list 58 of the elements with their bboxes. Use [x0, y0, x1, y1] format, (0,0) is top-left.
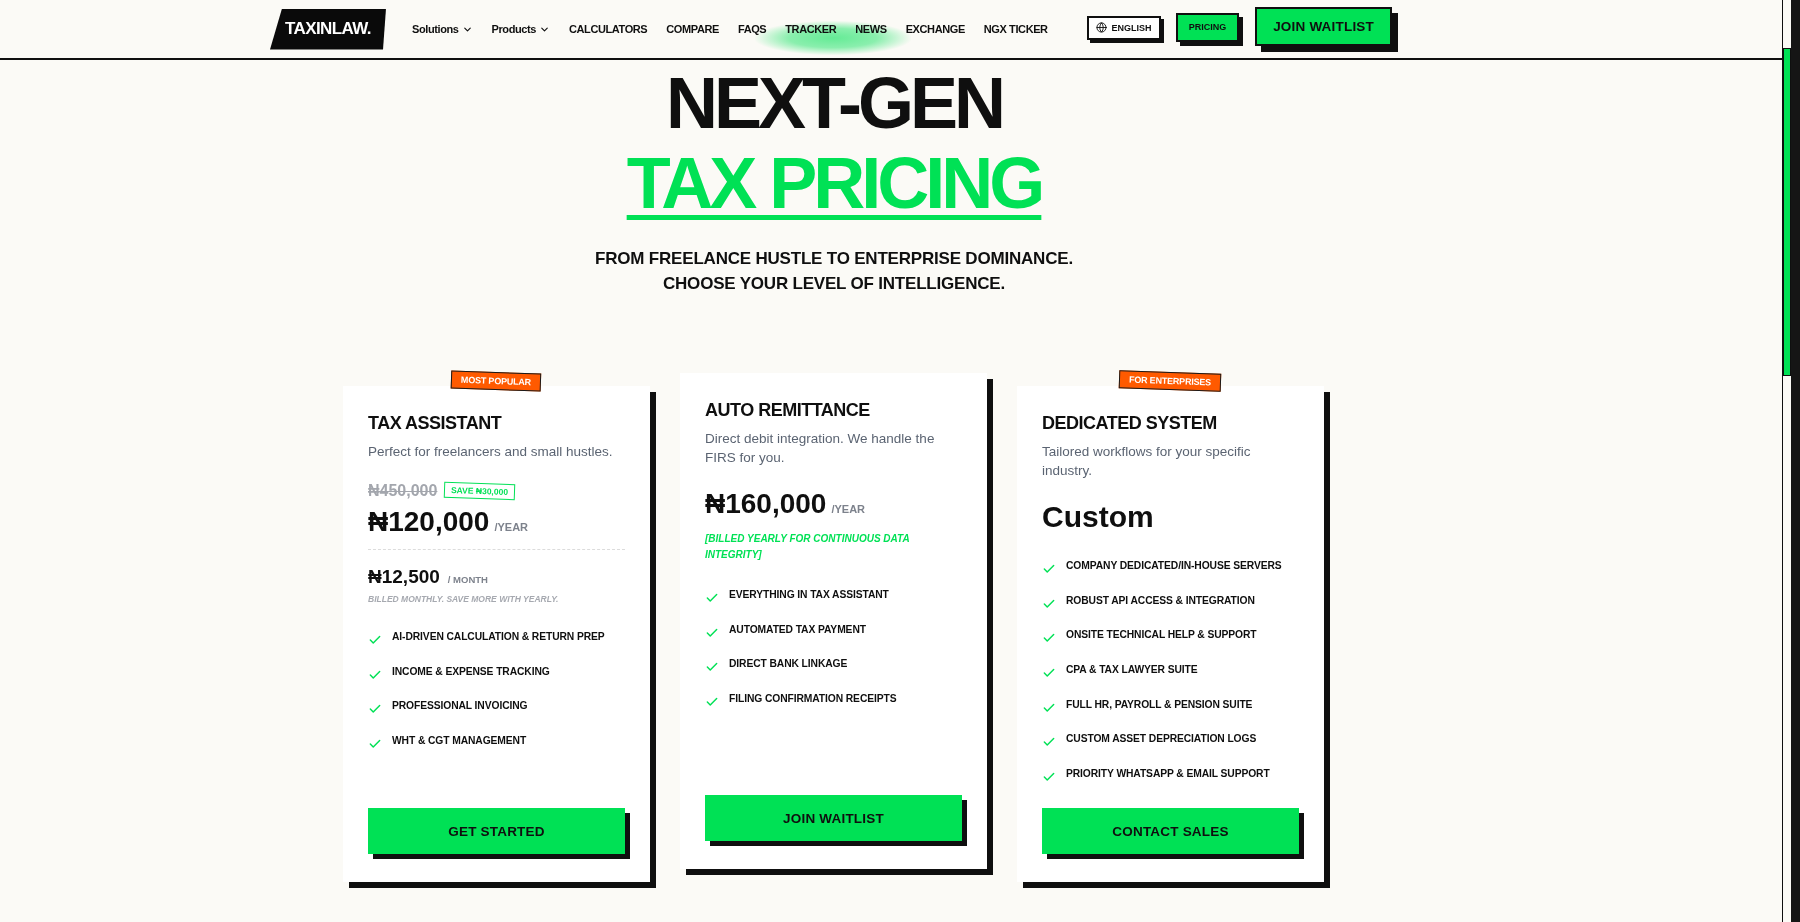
plan-description: Direct debit integration. We handle the FIRS for you. [705, 430, 936, 467]
feature-text: AUTOMATED TAX PAYMENT [729, 622, 866, 637]
headline: NEXT-GEN [665, 63, 1003, 143]
nav-link[interactable]: CALCULATORS [569, 23, 648, 35]
check-icon [368, 633, 382, 647]
feature-text: ONSITE TECHNICAL HELP & SUPPORT [1066, 628, 1257, 643]
feature-text: PRIORITY WHATSAPP & EMAIL SUPPORT [1066, 767, 1270, 782]
price: Custom [1042, 500, 1155, 534]
price: ₦160,000 [705, 488, 827, 520]
plan-title: AUTO REMITTANCE [705, 399, 871, 421]
nav-link[interactable]: TRACKER [785, 23, 837, 35]
plan-button[interactable]: JOIN WAITLIST [705, 795, 967, 846]
monthly-period: / MONTH [447, 574, 488, 585]
feature-text: CPA & TAX LAWYER SUITE [1066, 663, 1198, 678]
plan-badge: FOR ENTERPRISES [1118, 370, 1222, 392]
feature-text: CUSTOM ASSET DEPRECIATION LOGS [1066, 732, 1257, 747]
logo[interactable]: TAXINLAW. [270, 8, 386, 50]
plan-button[interactable]: CONTACT SALES [1042, 808, 1304, 859]
feature-text: AI-DRIVEN CALCULATION & RETURN PREP [392, 630, 605, 644]
scrollbar-thumb[interactable] [1783, 48, 1791, 376]
plan-button[interactable]: GET STARTED [368, 808, 630, 859]
check-icon [1042, 562, 1056, 576]
nav-button[interactable]: PRICING [1175, 12, 1244, 46]
feature-text: WHT & CGT MANAGEMENT [392, 734, 527, 749]
globe-icon [1095, 22, 1107, 33]
headline-highlight: TAX PRICING [626, 143, 1042, 223]
feature-text: FULL HR, PAYROLL & PENSION SUITE [1066, 697, 1253, 712]
feature-text: EVERYTHING IN TAX ASSISTANT [729, 588, 889, 602]
plan-title: TAX ASSISTANT [368, 412, 503, 434]
nav-link[interactable]: Solutions [412, 23, 473, 35]
cta-button[interactable]: JOIN WAITLIST [1255, 6, 1398, 52]
nav-link[interactable]: COMPARE [666, 23, 719, 35]
billing-note: BILLED MONTHLY. SAVE MORE WITH YEARLY. [368, 593, 560, 605]
nav-link[interactable]: NGX TICKER [983, 23, 1048, 35]
feature-text: PROFESSIONAL INVOICING [392, 699, 528, 714]
feature-text: DIRECT BANK LINKAGE [729, 657, 848, 672]
nav-link[interactable]: FAQS [737, 23, 767, 35]
feature-text: INCOME & EXPENSE TRACKING [392, 664, 550, 679]
plan-badge: MOST POPULAR [450, 370, 542, 392]
monthly-price: ₦12,500 [368, 565, 440, 589]
feature-text: FILING CONFIRMATION RECEIPTS [729, 692, 897, 707]
feature-text: COMPANY DEDICATED/IN-HOUSE SERVERS [1066, 559, 1282, 573]
plan-title: DEDICATED SYSTEM [1042, 412, 1218, 434]
plan-description: Perfect for freelancers and small hustles. [368, 443, 614, 461]
check-icon [705, 591, 719, 605]
original-price: ₦450,000 [368, 482, 438, 500]
billing-note: [BILLED YEARLY FOR CONTINUOUS DATA INTEGRITY] [705, 532, 911, 562]
price: ₦120,000 [368, 506, 490, 538]
price-period: /YEAR [494, 521, 529, 533]
nav-link[interactable]: EXCHANGE [905, 23, 965, 35]
savings-badge: SAVE ₦30,000 [444, 481, 516, 501]
price-period: /YEAR [831, 503, 866, 515]
nav-link[interactable]: NEWS [855, 23, 887, 35]
plan-description: Tailored workflows for your specific industry. [1042, 443, 1252, 480]
language-button[interactable]: ENGLISH [1086, 15, 1164, 43]
nav-link[interactable]: Products [491, 23, 550, 35]
feature-text: ROBUST API ACCESS & INTEGRATION [1066, 593, 1255, 608]
subtitle: FROM FREELANCE HUSTLE TO ENTERPRISE DOMINANCE. CHOOSE YOUR LEVEL OF INTELLIGENCE. [595, 248, 1073, 295]
